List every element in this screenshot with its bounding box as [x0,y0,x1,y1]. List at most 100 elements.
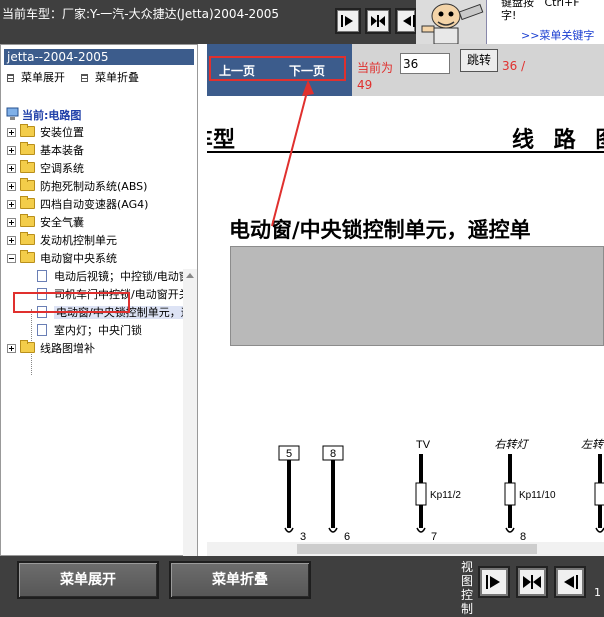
expand-plus-icon[interactable] [7,182,16,191]
terminal-fuse: 右转灯 Kp11/10 8 [495,438,556,543]
bottom-bar: 菜单展开 菜单折叠 视图控制 1 [0,556,604,617]
expand-plus-icon[interactable] [7,128,16,137]
view-fit-button[interactable] [516,566,548,598]
tree-folder-label: 安装位置 [40,126,84,139]
tree-doc-mirror-lock[interactable]: 电动后视镜；中控锁/电动窗 [37,268,183,286]
menu-keyword-link[interactable]: >>菜单关键字 [521,27,594,43]
page-total: 36 / [502,59,526,73]
folder-icon [20,178,35,191]
tree-folder-basic-equipment[interactable]: 基本装备 [7,142,84,160]
collapse-minus-icon[interactable] [7,254,16,263]
view-last-button[interactable] [554,566,586,598]
computer-icon [6,107,19,120]
open-folder-icon [20,250,35,263]
document-icon [37,270,47,282]
fit-view-button[interactable] [365,8,391,34]
terminal-fuse: TV Kp11/2 7 [415,439,461,543]
jump-button[interactable]: 跳转 [460,49,498,72]
terminal-block: 5 3 [278,445,306,543]
tree-folder-power-window-central[interactable]: 电动窗中央系统 [7,250,117,268]
tip-bubble: 键盘按 Ctrl+F 字! >>菜单关键字 [486,0,604,44]
view-control-label: 视图控制 [461,560,474,616]
diagram-viewer: 上一页 下一页 当前为 跳转 36 / 49 车型 线 路 图 电动窗/中央锁控… [207,44,604,556]
arrow-left-icon [403,15,415,27]
terminal-number: 8 [330,448,336,460]
terminal-number: 5 [286,448,292,460]
prev-view-button[interactable] [335,8,361,34]
terminal-block: 8 6 [322,445,350,543]
tree-collapse-all-link[interactable]: 菜单折叠 [81,70,139,86]
next-view-button[interactable] [395,8,417,34]
doc-title-right: 线 路 图 [512,127,604,153]
tree-scrollbar[interactable] [183,269,197,599]
page-jump-panel: 当前为 跳转 36 / 49 [352,44,604,96]
folder-icon [20,160,35,173]
menu-expand-button[interactable]: 菜单展开 [17,561,159,599]
scrollbar-thumb[interactable] [297,544,537,554]
tree-expand-all-label: 菜单展开 [21,71,65,84]
scroll-up-icon[interactable] [186,273,194,278]
corner-number: 1 [594,586,601,599]
tip-panel: 键盘按 Ctrl+F 字! >>菜单关键字 [416,0,604,45]
tree-folder-label: 四档自动变速器(AG4) [40,198,149,211]
tree-folder-label: 线路图增补 [40,342,95,355]
expand-plus-icon[interactable] [7,236,16,245]
tree-folder-label: 电动窗中央系统 [40,252,117,265]
tree-doc-label: 室内灯；中央门锁 [54,324,142,337]
terminal-label: 左转 [581,438,604,451]
folder-icon [20,232,35,245]
prev-page-link[interactable]: 上一页 [219,62,255,79]
terminal-label: 右转灯 [495,438,530,451]
tree-folder-abs[interactable]: 防抱死制动系统(ABS) [7,178,147,196]
folder-icon [20,124,35,137]
fuse-label: Kp11/2 [430,490,461,501]
current-car-model: 当前车型：厂家:Y-一汽-大众捷达(Jetta)2004-2005 [2,7,280,21]
terminal-label: TV [416,439,431,451]
fuse-label: Kp11/10 [519,490,556,501]
tree-folder-air-conditioning[interactable]: 空调系统 [7,160,84,178]
menu-collapse-button[interactable]: 菜单折叠 [169,561,311,599]
tree-folder-airbag[interactable]: 安全气囊 [7,214,84,232]
tree-folder-engine-ecu[interactable]: 发动机控制单元 [7,232,117,250]
arrow-right-icon [486,575,500,589]
view-first-button[interactable] [478,566,510,598]
expand-plus-icon[interactable] [7,218,16,227]
page-nav-highlight: 上一页 下一页 [209,56,346,81]
folder-icon [20,340,35,353]
document-page: 车型 线 路 图 电动窗/中央锁控制单元，遥控单 5 3 8 6 [207,96,604,556]
tree-folder-label: 防抱死制动系统(ABS) [40,180,148,193]
expand-plus-icon[interactable] [7,200,16,209]
terminal-fuse: 左转 [581,438,604,533]
folder-icon [20,196,35,209]
top-bar: 当前车型：厂家:Y-一汽-大众捷达(Jetta)2004-2005 键盘按 Ct… [0,0,604,45]
current-node: 当前:电路图 [6,107,81,123]
list-icon [7,74,14,82]
tree-title: jetta--2004-2005 [4,49,194,65]
tree-folder-label: 安全气囊 [40,216,84,229]
expand-plus-icon[interactable] [7,164,16,173]
tree-collapse-all-label: 菜单折叠 [95,71,139,84]
expand-plus-icon[interactable] [7,344,16,353]
document-icon [37,324,47,336]
page-total-count: 49 [357,78,373,92]
doc-title-left: 车型 [207,127,236,153]
expand-plus-icon[interactable] [7,146,16,155]
highlight-box-folder [13,292,130,313]
tree-folder-install-location[interactable]: 安装位置 [7,124,84,142]
tree-expand-all-link[interactable]: 菜单展开 [7,70,65,86]
tree-folder-wiring-supplement[interactable]: 线路图增补 [7,340,95,358]
list-icon [81,74,88,82]
mascot-icon [416,0,488,45]
tree-folder-label: 空调系统 [40,162,84,175]
horizontal-scrollbar[interactable] [207,542,604,556]
current-node-label: 当前:电路图 [22,109,82,122]
next-page-link[interactable]: 下一页 [289,62,325,79]
page-number-input[interactable] [400,53,450,74]
wiring-diagram: 5 3 8 6 TV Kp11/2 7 右转灯 Kp11/10 8 左转 [278,438,604,543]
tree-doc-interior-light[interactable]: 室内灯；中央门锁 [37,322,183,340]
collapse-arrows-icon [523,575,541,589]
tree-folder-ag4[interactable]: 四档自动变速器(AG4) [7,196,148,214]
current-page-label: 当前为 [357,61,394,75]
arrow-left-icon [564,575,578,589]
tip-text: 键盘按 Ctrl+F 字! [501,0,580,22]
